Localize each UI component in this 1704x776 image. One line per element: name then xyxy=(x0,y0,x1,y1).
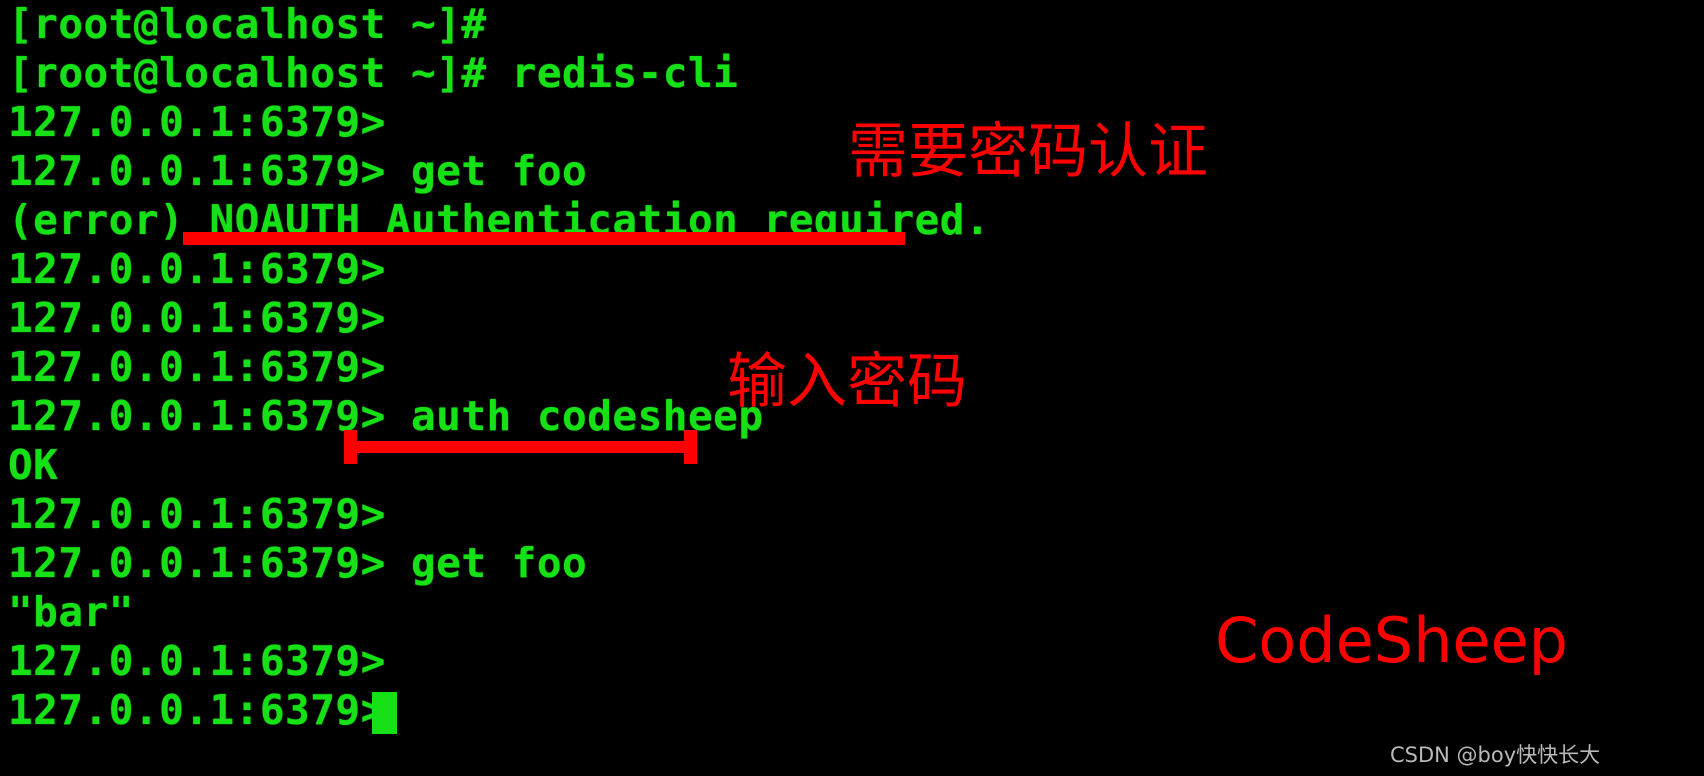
csdn-watermark: CSDN @boy快快长大 xyxy=(1390,743,1601,767)
terminal-line: 127.0.0.1:6379> xyxy=(8,490,386,538)
terminal-line: 127.0.0.1:6379> xyxy=(8,245,386,293)
terminal-line-ok: OK xyxy=(8,441,59,489)
terminal-line: 127.0.0.1:6379> xyxy=(8,294,386,342)
terminal-line: 127.0.0.1:6379> xyxy=(8,98,386,146)
annotation-bar-cap-left xyxy=(344,430,357,464)
terminal-cursor xyxy=(372,692,397,734)
terminal-prompt-current: 127.0.0.1:6379> xyxy=(8,686,386,734)
annotation-bar-auth xyxy=(344,430,697,464)
terminal-line-value: "bar" xyxy=(8,588,134,636)
annotation-underline-error xyxy=(183,232,905,245)
terminal-line: [root@localhost ~]# xyxy=(8,0,487,48)
brand-watermark-codesheep: CodeSheep xyxy=(1215,604,1569,677)
terminal-line: 127.0.0.1:6379> xyxy=(8,343,386,391)
terminal-line: [root@localhost ~]# redis-cli xyxy=(8,49,739,97)
terminal-line: 127.0.0.1:6379> get foo xyxy=(8,539,588,587)
annotation-label-auth-required: 需要密码认证 xyxy=(848,117,1208,187)
terminal-line: 127.0.0.1:6379> get foo xyxy=(8,147,588,195)
terminal-line: 127.0.0.1:6379> xyxy=(8,637,386,685)
annotation-bar-cap-right xyxy=(684,430,697,464)
annotation-label-enter-password: 输入密码 xyxy=(727,347,967,417)
terminal-screen: [root@localhost ~]# [root@localhost ~]# … xyxy=(0,0,1704,776)
terminal-line-auth-command: 127.0.0.1:6379> auth codesheep xyxy=(8,392,764,440)
